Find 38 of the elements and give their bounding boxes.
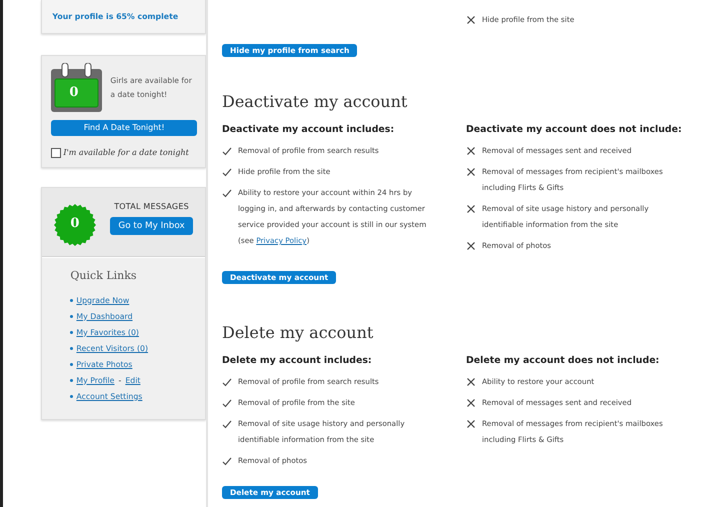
message-count: 0 bbox=[70, 216, 80, 232]
inbox-button[interactable]: Go to My Inbox bbox=[110, 217, 193, 235]
includes-heading: Delete my account includes: bbox=[222, 354, 373, 368]
bullet-icon bbox=[70, 395, 74, 398]
section-heading: Delete my account bbox=[222, 322, 374, 344]
bullet-icon bbox=[70, 379, 74, 382]
checkbox[interactable] bbox=[51, 148, 62, 158]
check-icon bbox=[222, 456, 232, 466]
check-icon bbox=[222, 419, 232, 429]
bullet-icon bbox=[70, 331, 74, 334]
find-date-button[interactable]: Find A Date Tonight! bbox=[51, 120, 198, 136]
cross-icon bbox=[466, 167, 476, 177]
check-icon bbox=[222, 167, 232, 177]
total-messages-label: TOTAL MESSAGES bbox=[114, 201, 189, 213]
section-heading: Deactivate my account bbox=[222, 91, 408, 113]
includes-heading: Deactivate my account includes: bbox=[222, 123, 396, 137]
checkbox-label[interactable]: I'm available for a date tonight bbox=[63, 147, 189, 159]
cross-icon bbox=[466, 15, 476, 25]
cross-icon bbox=[466, 398, 476, 408]
bullet-icon bbox=[70, 347, 74, 350]
cross-icon bbox=[466, 377, 476, 387]
cross-icon bbox=[466, 146, 476, 156]
check-icon bbox=[222, 188, 232, 198]
cross-icon bbox=[466, 419, 476, 429]
check-icon bbox=[222, 377, 232, 387]
date-count: 0 bbox=[69, 85, 78, 101]
bullet-icon bbox=[70, 315, 74, 318]
check-icon bbox=[222, 398, 232, 408]
quick-links-title: Quick Links bbox=[70, 268, 138, 284]
badge-icon bbox=[54, 204, 96, 246]
check-icon bbox=[222, 146, 232, 156]
bullet-icon bbox=[70, 299, 74, 302]
calendar-icon bbox=[51, 63, 102, 112]
cross-icon bbox=[466, 241, 476, 251]
cross-icon bbox=[466, 204, 476, 214]
not-includes-heading: Delete my account does not include: bbox=[466, 354, 660, 368]
not-includes-heading: Deactivate my account does not include: bbox=[466, 123, 683, 137]
bullet-icon bbox=[70, 363, 74, 366]
